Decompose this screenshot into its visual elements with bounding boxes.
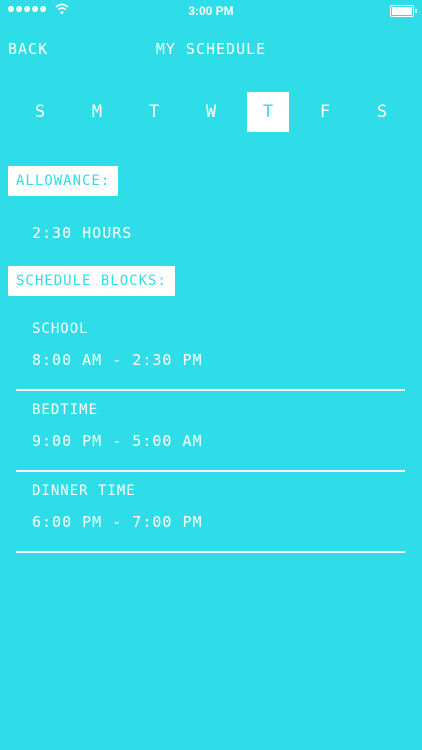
schedule-block[interactable]: BEDTIME 9:00 PM - 5:00 AM [16, 391, 405, 472]
day-friday[interactable]: F [304, 92, 346, 132]
day-saturday[interactable]: S [361, 92, 403, 132]
day-tuesday[interactable]: T [133, 92, 175, 132]
status-time: 3:00 PM [188, 4, 234, 18]
page-title: MY SCHEDULE [155, 40, 267, 58]
status-bar: 3:00 PM [0, 0, 422, 22]
day-sunday[interactable]: S [19, 92, 61, 132]
day-selector: S M T W T F S [19, 92, 403, 132]
block-time: 9:00 PM - 5:00 AM [32, 432, 203, 450]
block-name: BEDTIME [32, 402, 99, 418]
block-time: 8:00 AM - 2:30 PM [32, 351, 203, 369]
nav-bar: BACK MY SCHEDULE [0, 38, 422, 62]
block-name: DINNER TIME [32, 483, 136, 499]
day-monday[interactable]: M [76, 92, 118, 132]
schedule-block-list: SCHOOL 8:00 AM - 2:30 PM BEDTIME 9:00 PM… [16, 310, 405, 553]
block-time: 6:00 PM - 7:00 PM [32, 513, 203, 531]
day-thursday[interactable]: T [247, 92, 289, 132]
day-wednesday[interactable]: W [190, 92, 232, 132]
allowance-value: 2:30 HOURS [32, 224, 133, 242]
schedule-blocks-label: SCHEDULE BLOCKS: [8, 266, 175, 296]
battery-icon [390, 5, 417, 17]
allowance-label: ALLOWANCE: [8, 166, 119, 196]
block-name: SCHOOL [32, 321, 89, 337]
schedule-block[interactable]: SCHOOL 8:00 AM - 2:30 PM [16, 310, 405, 391]
schedule-block[interactable]: DINNER TIME 6:00 PM - 7:00 PM [16, 472, 405, 553]
